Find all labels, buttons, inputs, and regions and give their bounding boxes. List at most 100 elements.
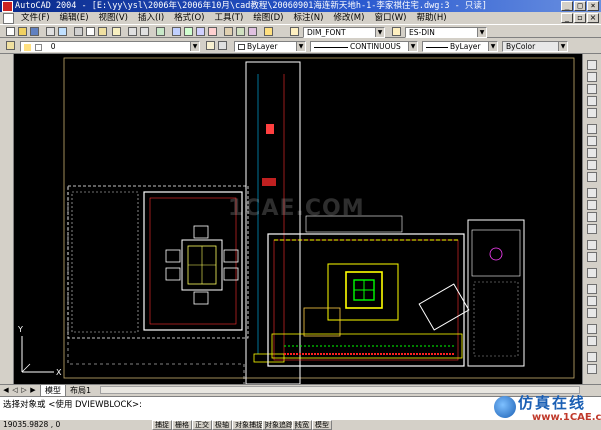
status-ortho[interactable]: 正交 — [192, 420, 212, 430]
status-model[interactable]: 模型 — [312, 420, 332, 430]
extend-icon[interactable] — [587, 200, 597, 210]
minimize-button[interactable]: _ — [561, 1, 573, 11]
insert-icon[interactable] — [587, 336, 597, 346]
status-snap[interactable]: 捕捉 — [152, 420, 172, 430]
status-lineweight[interactable]: 线宽 — [292, 420, 312, 430]
save-icon[interactable] — [30, 27, 39, 36]
ucs-y-label: Y — [17, 325, 23, 334]
menu-window[interactable]: 窗口(W) — [369, 12, 411, 24]
scale-icon[interactable] — [587, 148, 597, 158]
doc-restore-button[interactable]: ▫ — [574, 13, 586, 23]
prev-tab-icon[interactable]: ◁ — [11, 386, 19, 394]
menu-help[interactable]: 帮助(H) — [412, 12, 452, 24]
lengthen-icon[interactable] — [587, 172, 597, 182]
match-properties-icon[interactable] — [112, 27, 121, 36]
fillet-icon[interactable] — [587, 252, 597, 262]
chamfer-icon[interactable] — [587, 240, 597, 250]
text-style-select[interactable]: DIM_FONT ▼ — [303, 27, 385, 38]
dim-style-select[interactable]: ES-DIN ▼ — [405, 27, 487, 38]
color-select[interactable]: ByLayer ▼ — [234, 41, 306, 52]
doc-minimize-button[interactable]: _ — [561, 13, 573, 23]
new-file-icon[interactable] — [6, 27, 15, 36]
linetype-select[interactable]: CONTINUOUS ▼ — [310, 41, 418, 52]
make-current-layer-icon[interactable] — [206, 41, 215, 50]
layer-manager-icon[interactable] — [6, 41, 15, 50]
menu-dimension[interactable]: 标注(N) — [288, 12, 328, 24]
menu-edit[interactable]: 编辑(E) — [55, 12, 94, 24]
undo-icon[interactable] — [128, 27, 137, 36]
outer-boundary — [67, 186, 245, 384]
chevron-down-icon: ▼ — [558, 42, 567, 51]
standard-toolbar: DIM_FONT ▼ ES-DIN ▼ — [0, 24, 601, 38]
stretch-icon[interactable] — [587, 160, 597, 170]
layer-select[interactable]: 0 ▼ — [20, 41, 200, 52]
zoom-window-icon[interactable] — [196, 27, 205, 36]
trim-icon[interactable] — [587, 188, 597, 198]
drawing-canvas[interactable]: Y X 1CAE.COM — [14, 54, 582, 384]
menu-modify[interactable]: 修改(M) — [328, 12, 369, 24]
array-icon[interactable] — [587, 108, 597, 118]
help-icon[interactable] — [264, 27, 273, 36]
plotstyle-select[interactable]: ByColor ▼ — [502, 41, 568, 52]
zoom-realtime-icon[interactable] — [184, 27, 193, 36]
menu-file[interactable]: 文件(F) — [16, 12, 55, 24]
menu-tools[interactable]: 工具(T) — [209, 12, 248, 24]
close-button[interactable]: × — [587, 1, 599, 11]
break-icon[interactable] — [587, 212, 597, 222]
dimension-icon[interactable] — [587, 284, 597, 294]
ucs-icon — [21, 336, 54, 373]
dim-style-icon[interactable] — [392, 27, 401, 36]
properties-icon[interactable] — [224, 27, 233, 36]
zoom-previous-icon[interactable] — [208, 27, 217, 36]
layer-previous-icon[interactable] — [218, 41, 227, 50]
block-icon[interactable] — [587, 324, 597, 334]
tab-layout1[interactable]: 布局1 — [66, 385, 96, 396]
status-osnap[interactable]: 对象捕捉 — [232, 420, 266, 430]
print-icon[interactable] — [46, 27, 55, 36]
pan-icon[interactable] — [172, 27, 181, 36]
paste-icon[interactable] — [98, 27, 107, 36]
text-icon[interactable] — [587, 296, 597, 306]
logo-main-text: 仿真在线 — [518, 394, 587, 412]
offset-icon[interactable] — [587, 96, 597, 106]
logo-sub-text: www.1CAE.com — [532, 412, 601, 423]
maximize-button[interactable]: □ — [574, 1, 586, 11]
erase-icon[interactable] — [587, 60, 597, 70]
status-grid[interactable]: 栅格 — [172, 420, 192, 430]
menu-draw[interactable]: 绘图(D) — [248, 12, 288, 24]
explode-icon[interactable] — [587, 268, 597, 278]
join-icon[interactable] — [587, 224, 597, 234]
region-icon[interactable] — [587, 352, 597, 362]
cut-icon[interactable] — [74, 27, 83, 36]
autocad-app-icon[interactable] — [2, 1, 13, 12]
first-tab-icon[interactable]: ◀ — [2, 386, 10, 394]
mirror-icon[interactable] — [587, 84, 597, 94]
design-center-icon[interactable] — [236, 27, 245, 36]
hatch-icon[interactable] — [587, 308, 597, 318]
tool-palettes-icon[interactable] — [248, 27, 257, 36]
color-swatch-icon — [238, 44, 245, 50]
preview-icon[interactable] — [58, 27, 67, 36]
dining-inner-line — [149, 197, 237, 325]
menu-insert[interactable]: 插入(I) — [133, 12, 169, 24]
chevron-down-icon: ▼ — [375, 28, 384, 37]
copy-icon[interactable] — [86, 27, 95, 36]
status-polar[interactable]: 极轴 — [212, 420, 232, 430]
window-title: AutoCAD 2004 - [E:\yy\ysl\2006年\2006年10月… — [15, 1, 488, 11]
last-tab-icon[interactable]: ▶ — [29, 386, 37, 394]
document-icon[interactable] — [3, 12, 14, 24]
lineweight-select[interactable]: ByLayer ▼ — [422, 41, 498, 52]
rotate-icon[interactable] — [587, 136, 597, 146]
move-icon[interactable] — [587, 124, 597, 134]
tracking-icon[interactable] — [156, 27, 165, 36]
text-style-icon[interactable] — [290, 27, 299, 36]
table-icon[interactable] — [587, 364, 597, 374]
open-folder-icon[interactable] — [18, 27, 27, 36]
menu-format[interactable]: 格式(O) — [169, 12, 209, 24]
doc-close-button[interactable]: × — [587, 13, 599, 23]
status-otrack[interactable]: 对象追踪 — [262, 420, 296, 430]
copy-object-icon[interactable] — [587, 72, 597, 82]
next-tab-icon[interactable]: ▷ — [20, 386, 28, 394]
menu-view[interactable]: 视图(V) — [94, 12, 133, 24]
redo-icon[interactable] — [140, 27, 149, 36]
